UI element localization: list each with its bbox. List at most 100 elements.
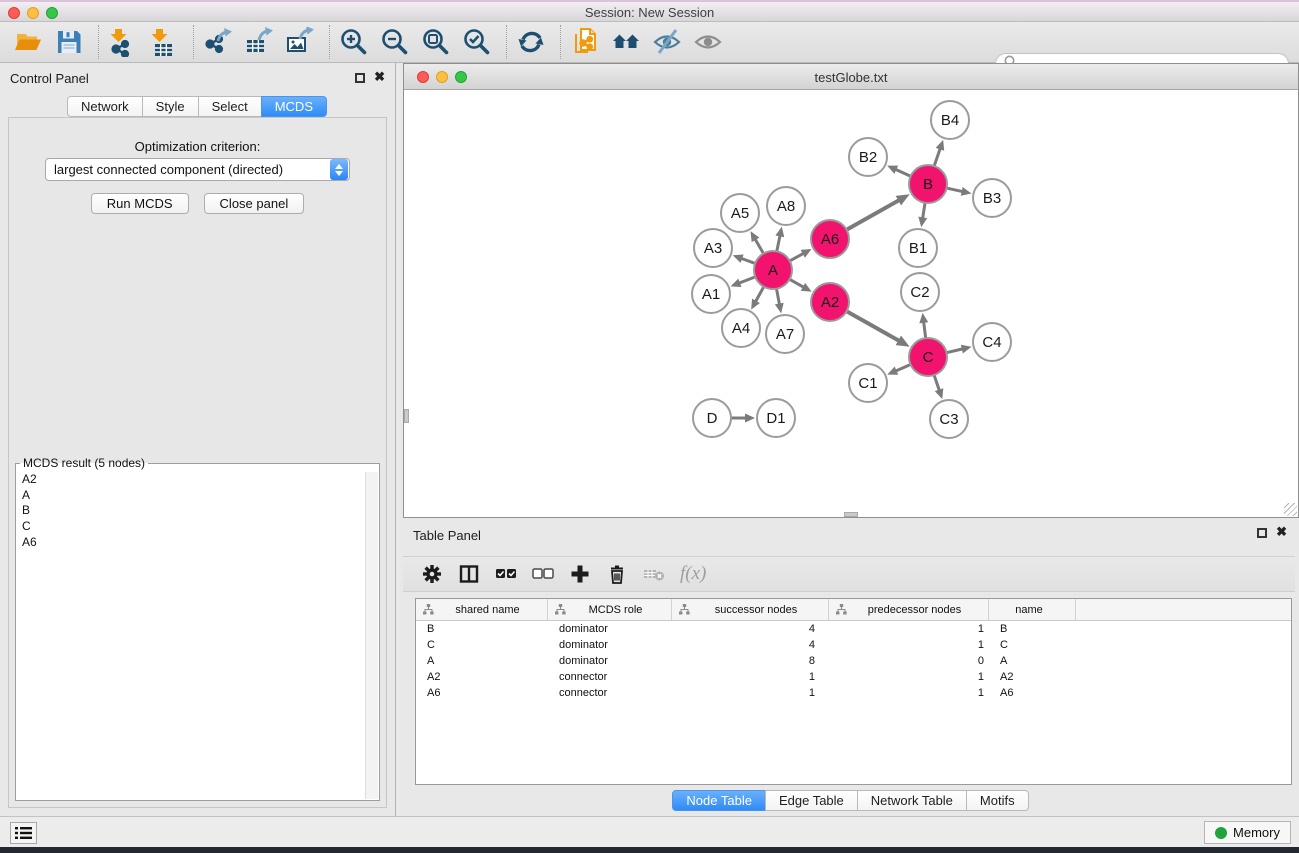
table-cell[interactable]: A xyxy=(989,655,1076,667)
table-cell[interactable]: 1 xyxy=(672,671,829,683)
table-cell[interactable]: 1 xyxy=(672,687,829,699)
table-cell[interactable]: dominator xyxy=(548,655,672,667)
edge-C-C3[interactable] xyxy=(934,375,940,392)
float-panel-icon[interactable] xyxy=(355,73,365,83)
open-session-button[interactable] xyxy=(12,26,44,58)
column-header-name[interactable]: name xyxy=(989,599,1076,620)
criterion-dropdown[interactable]: largest connected component (directed) xyxy=(45,158,350,181)
edge-B-B1[interactable] xyxy=(922,203,925,220)
zoom-selected-region-button[interactable] xyxy=(461,26,493,58)
tab-select[interactable]: Select xyxy=(198,96,262,117)
table-cell[interactable]: 1 xyxy=(829,687,989,699)
deselect-all-checkboxes-button[interactable] xyxy=(528,561,558,587)
table-cell[interactable]: 8 xyxy=(672,655,829,667)
save-session-button[interactable] xyxy=(53,26,85,58)
table-cell[interactable]: C xyxy=(416,639,548,651)
table-cell[interactable]: 1 xyxy=(829,639,989,651)
table-row[interactable]: A2connector11A2 xyxy=(416,669,1291,685)
network-resize-grip[interactable] xyxy=(1284,503,1297,516)
close-panel-button[interactable]: Close panel xyxy=(204,193,305,214)
settings-gear-button[interactable] xyxy=(417,561,447,587)
edge-A6-B[interactable] xyxy=(847,200,901,230)
mcds-result-item[interactable]: C xyxy=(17,519,365,535)
table-row[interactable]: Adominator80A xyxy=(416,653,1291,669)
table-cell[interactable]: C xyxy=(989,639,1076,651)
edge-B-B4[interactable] xyxy=(934,147,940,166)
select-all-checkboxes-button[interactable] xyxy=(491,561,521,587)
column-header-predecessor-nodes[interactable]: predecessor nodes xyxy=(829,599,989,620)
mcds-result-item[interactable]: B xyxy=(17,503,365,519)
mcds-result-item[interactable]: A6 xyxy=(17,535,365,551)
table-cell[interactable]: 0 xyxy=(829,655,989,667)
close-panel-icon[interactable]: ✖ xyxy=(374,69,385,85)
edge-C-C1[interactable] xyxy=(895,365,911,372)
column-header-successor-nodes[interactable]: successor nodes xyxy=(672,599,829,620)
edge-C-C4[interactable] xyxy=(946,349,963,353)
column-header-shared-name[interactable]: shared name xyxy=(416,599,548,620)
edge-A-A8[interactable] xyxy=(777,234,780,251)
task-history-button[interactable] xyxy=(10,822,37,844)
table-cell[interactable]: connector xyxy=(548,671,672,683)
table-cell[interactable]: connector xyxy=(548,687,672,699)
refresh-network-view-button[interactable] xyxy=(515,26,547,58)
zoom-out-button[interactable] xyxy=(379,26,411,58)
node-table[interactable]: shared name MCDS role successor nodes pr… xyxy=(415,598,1292,785)
table-cell[interactable]: B xyxy=(416,623,548,635)
edge-A-A6[interactable] xyxy=(790,253,805,261)
function-builder-button[interactable]: f(x) xyxy=(680,563,706,585)
columns-button[interactable] xyxy=(454,561,484,587)
tab-motifs[interactable]: Motifs xyxy=(966,790,1029,811)
tab-edge-table[interactable]: Edge Table xyxy=(765,790,858,811)
table-cell[interactable]: 1 xyxy=(829,671,989,683)
table-cell[interactable]: 4 xyxy=(672,639,829,651)
export-table-button[interactable] xyxy=(243,26,275,58)
first-neighbors-button[interactable] xyxy=(610,26,642,58)
show-all-button[interactable] xyxy=(692,26,724,58)
hide-selected-button[interactable] xyxy=(651,26,683,58)
table-cell[interactable]: 1 xyxy=(829,623,989,635)
table-cell[interactable]: 4 xyxy=(672,623,829,635)
network-canvas[interactable]: B4B2BB3A5A8A6B1A3AC2A1A2A4A7C4CC1C3DD1 xyxy=(404,90,1298,517)
table-row[interactable]: A6connector11A6 xyxy=(416,685,1291,701)
tab-network-table[interactable]: Network Table xyxy=(857,790,967,811)
table-cell[interactable]: A6 xyxy=(416,687,548,699)
edge-A-A3[interactable] xyxy=(740,258,755,263)
network-horizontal-scroll-indicator[interactable] xyxy=(844,512,858,517)
network-vertical-scroll-indicator[interactable] xyxy=(404,409,409,423)
memory-button[interactable]: Memory xyxy=(1204,821,1291,844)
edge-A-A4[interactable] xyxy=(755,287,764,303)
network-window-titlebar[interactable]: testGlobe.txt xyxy=(404,64,1298,90)
tab-mcds[interactable]: MCDS xyxy=(261,96,327,117)
tab-node-table[interactable]: Node Table xyxy=(672,790,766,811)
new-network-from-selection-button[interactable] xyxy=(569,26,601,58)
table-row[interactable]: Cdominator41C xyxy=(416,637,1291,653)
table-cell[interactable]: A6 xyxy=(989,687,1076,699)
import-network-from-file-button[interactable] xyxy=(107,26,139,58)
table-cell[interactable]: dominator xyxy=(548,623,672,635)
tab-network[interactable]: Network xyxy=(67,96,143,117)
zoom-in-button[interactable] xyxy=(338,26,370,58)
table-cell[interactable]: A2 xyxy=(989,671,1076,683)
table-cell[interactable]: A xyxy=(416,655,548,667)
add-row-button[interactable] xyxy=(565,561,595,587)
mcds-result-item[interactable]: A2 xyxy=(17,472,365,488)
edge-A2-C[interactable] xyxy=(847,311,901,341)
edge-C-C2[interactable] xyxy=(924,321,926,338)
tab-style[interactable]: Style xyxy=(142,96,199,117)
edge-A-A7[interactable] xyxy=(777,289,780,306)
import-table-from-file-button[interactable] xyxy=(148,26,180,58)
network-graph[interactable]: B4B2BB3A5A8A6B1A3AC2A1A2A4A7C4CC1C3DD1 xyxy=(404,90,1298,517)
run-mcds-button[interactable]: Run MCDS xyxy=(91,193,189,214)
edge-B-B2[interactable] xyxy=(894,169,910,176)
table-close-panel-icon[interactable]: ✖ xyxy=(1276,524,1287,540)
zoom-fit-content-button[interactable] xyxy=(420,26,452,58)
column-header-MCDS-role[interactable]: MCDS role xyxy=(548,599,672,620)
table-cell[interactable]: B xyxy=(989,623,1076,635)
mcds-result-item[interactable]: A xyxy=(17,488,365,504)
delete-table-button[interactable] xyxy=(639,561,669,587)
export-network-button[interactable] xyxy=(202,26,234,58)
export-image-button[interactable] xyxy=(284,26,316,58)
table-cell[interactable]: A2 xyxy=(416,671,548,683)
edge-B-B3[interactable] xyxy=(947,188,964,192)
table-row[interactable]: Bdominator41B xyxy=(416,621,1291,637)
